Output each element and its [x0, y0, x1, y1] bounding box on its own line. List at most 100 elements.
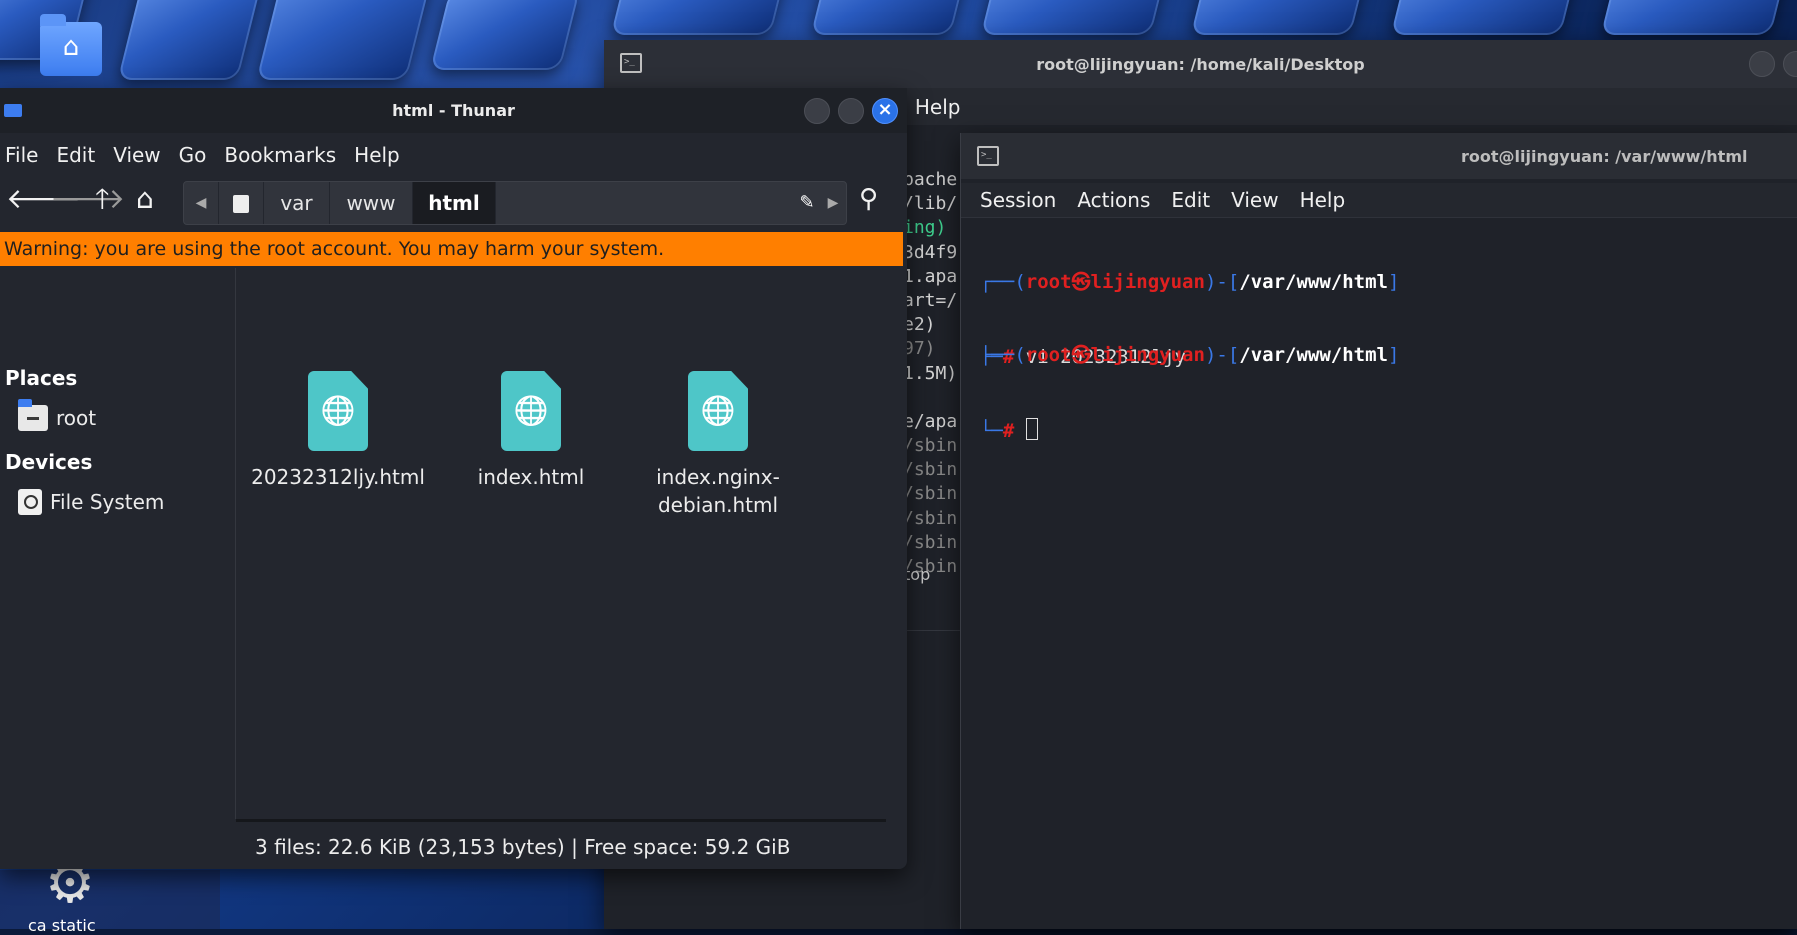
menu-view[interactable]: View — [113, 140, 160, 170]
menu-actions[interactable]: Actions — [1077, 183, 1150, 217]
menu-session[interactable]: Session — [980, 183, 1056, 217]
wallpaper-cube — [1600, 0, 1790, 35]
thunar-window[interactable]: html - Thunar × File Edit View Go Bookmarks H… — [0, 88, 907, 869]
menu-bookmarks[interactable]: Bookmarks — [224, 140, 336, 170]
menu-help[interactable]: Help — [1300, 183, 1346, 217]
terminal-output-line: /sbin — [903, 435, 958, 457]
wallpaper-cube — [117, 0, 263, 80]
terminal-output-line: /sbin — [903, 459, 958, 481]
up-arrow-icon[interactable]: 🡑 — [95, 184, 110, 214]
crumb-www[interactable]: www — [330, 182, 413, 224]
toolbar: 🡐 🡒 🡑 ⌂ ◀ var www html ✎ ▶ ⚲ — [0, 178, 907, 225]
chevron-right-icon[interactable]: ▶ — [820, 182, 846, 224]
prompt-block: ┌──(root㉿lijingyuan)-[/var/www/html] └─# — [980, 293, 1399, 494]
wallpaper-cube — [1390, 0, 1580, 35]
crumb-filesystem[interactable] — [219, 182, 264, 224]
terminal-output-line: pache — [903, 169, 958, 190]
wallpaper-cube — [430, 0, 580, 70]
wallpaper-cube — [980, 0, 1170, 35]
command-line[interactable]: └─# — [980, 418, 1399, 444]
sidebar-header-devices: Devices — [5, 450, 93, 474]
html-file-icon — [688, 371, 748, 451]
terminal-output-line: 1.apa — [903, 265, 958, 287]
title-bar[interactable]: >_ root@lijingyuan: /home/kali/Desktop — [604, 40, 1797, 88]
title-bar[interactable]: >_ root@lijingyuan: /var/www/html — [961, 133, 1797, 179]
terminal-output-line: 1.5M) — [903, 362, 958, 384]
prompt-symbol: # — [1002, 420, 1015, 442]
terminal-output-line: ing) — [903, 217, 947, 239]
crumb-var[interactable]: var — [264, 182, 330, 224]
sidebar-item-filesystem[interactable]: File System — [18, 489, 164, 515]
sidebar-item-root[interactable]: root — [18, 399, 97, 431]
close-button[interactable]: × — [872, 98, 898, 124]
terminal-output-line: e2) — [903, 314, 936, 336]
menu-go[interactable]: Go — [179, 140, 207, 170]
disk-icon — [18, 489, 42, 515]
menu-edit[interactable]: Edit — [56, 140, 95, 170]
menu-bar: File Edit View Go Bookmarks Help — [0, 140, 907, 170]
terminal-footer-text: top — [904, 565, 931, 584]
forward-arrow-icon[interactable]: 🡒 — [50, 184, 125, 214]
title-bar[interactable]: html - Thunar × — [0, 88, 907, 133]
prompt-host: lijingyuan — [1090, 271, 1205, 293]
wallpaper-cube — [810, 0, 970, 35]
terminal-output-line: e/apa — [903, 410, 958, 432]
file-name: index.html — [477, 465, 585, 489]
divider — [904, 630, 964, 631]
file-item[interactable]: 20232312ljy.html — [243, 371, 433, 491]
file-item[interactable]: index.nginx-debian.html — [629, 371, 807, 519]
html-file-icon — [308, 371, 368, 451]
crumb-html[interactable]: html — [413, 182, 496, 224]
menu-bar: Session Actions Edit View Help — [961, 183, 1797, 218]
prompt-line: ┌──(root㉿lijingyuan)-[/var/www/html] — [980, 344, 1400, 366]
window-title: root@lijingyuan: /home/kali/Desktop — [1036, 55, 1365, 74]
file-name: 20232312ljy.html — [251, 465, 425, 489]
terminal-output-line: art=/ — [903, 289, 958, 311]
file-item[interactable]: index.html — [436, 371, 626, 491]
minimize-button[interactable] — [1749, 51, 1775, 77]
terminal-output-lines: pache/lib/ing) 3d4f9 1.apa art=/ e2) 97) 1.5M)… — [903, 168, 957, 579]
sidebar-item-label: root — [56, 406, 97, 430]
wallpaper-cube — [610, 0, 790, 35]
prompt-user: root — [1025, 271, 1072, 293]
terminal-output-line: 97) — [903, 338, 936, 360]
status-bar: 3 files: 22.6 KiB (23,153 bytes) | Free … — [236, 819, 886, 869]
chevron-left-icon[interactable]: ◀ — [184, 182, 219, 224]
prompt-host: lijingyuan — [1090, 344, 1205, 366]
terminal-icon: >_ — [977, 146, 999, 166]
prompt-user: root — [1025, 344, 1072, 366]
menu-edit[interactable]: Edit — [1171, 183, 1210, 217]
prompt-path: /var/www/html — [1239, 344, 1388, 366]
terminal-output-line: /sbin — [903, 483, 958, 505]
prompt-path: /var/www/html — [1239, 271, 1388, 293]
terminal-output-line: 3d4f9 — [903, 241, 958, 263]
menu-file[interactable]: File — [5, 140, 38, 170]
home-icon[interactable]: ⌂ — [136, 184, 154, 214]
menu-help[interactable]: Help — [354, 140, 400, 170]
menu-help[interactable]: Help — [915, 90, 961, 124]
maximize-button[interactable] — [838, 98, 864, 124]
sidebar: Places root Devices File System — [0, 268, 236, 819]
terminal-window-front[interactable]: >_ root@lijingyuan: /var/www/html Sessio… — [960, 133, 1797, 929]
edit-pencil-icon[interactable]: ✎ — [796, 182, 818, 224]
file-view[interactable]: 20232312ljy.html index.html index.nginx-… — [236, 268, 903, 819]
file-name: index.nginx-debian.html — [656, 465, 780, 517]
text-cursor — [1025, 418, 1038, 440]
menu-view[interactable]: View — [1231, 183, 1278, 217]
disk-icon — [233, 195, 249, 213]
sidebar-item-label: File System — [50, 490, 165, 514]
terminal-output-line: /lib/ — [903, 193, 958, 215]
wallpaper-cube — [256, 0, 434, 80]
search-icon[interactable]: ⚲ — [859, 184, 878, 214]
minimize-button[interactable] — [804, 98, 830, 124]
terminal-output-line: /sbin — [903, 507, 958, 529]
folder-icon — [18, 399, 48, 431]
path-bar: ◀ var www html ✎ ▶ — [183, 181, 847, 225]
sidebar-header-places: Places — [5, 366, 78, 390]
home-icon: ⌂ — [62, 32, 80, 62]
desktop-icon-label[interactable]: ca static — [28, 916, 96, 935]
window-title: root@lijingyuan: /var/www/html — [1461, 147, 1748, 166]
prompt-line: ┌──(root㉿lijingyuan)-[/var/www/html] — [980, 271, 1400, 293]
desktop-home-folder-icon[interactable]: ⌂ — [40, 14, 102, 76]
